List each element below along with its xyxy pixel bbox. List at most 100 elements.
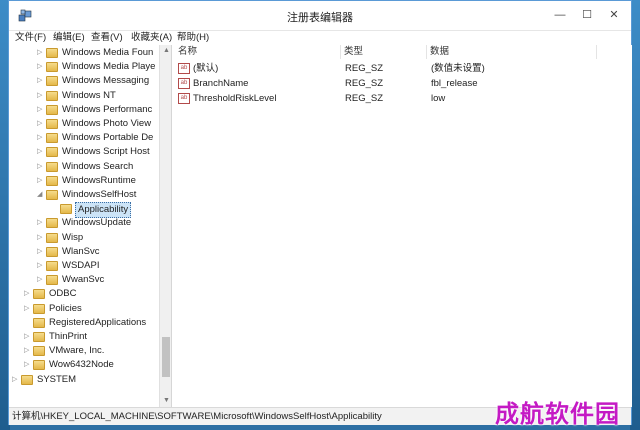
expand-arrow-icon[interactable]: ▷ <box>24 330 32 344</box>
folder-icon <box>46 147 58 158</box>
tree-item-label: Windows Portable De <box>62 132 154 144</box>
folder-icon <box>46 190 58 200</box>
folder-icon <box>46 218 58 229</box>
title-bar[interactable]: 注册表编辑器 — ☐ ✕ <box>9 1 631 31</box>
expand-arrow-icon[interactable]: ▷ <box>37 259 45 273</box>
expand-arrow-icon[interactable]: ▷ <box>37 231 45 245</box>
expand-arrow-icon[interactable]: ▷ <box>37 273 45 287</box>
tree-item-label: ODBC <box>49 288 77 300</box>
menu-file[interactable]: 文件(F) <box>15 31 46 45</box>
string-value-icon: ab <box>178 78 190 89</box>
folder-icon <box>46 90 58 101</box>
column-header-type[interactable]: 类型 <box>341 45 427 59</box>
list-header: 名称 类型 数据 <box>173 45 632 59</box>
expand-arrow-icon[interactable]: ▷ <box>37 46 45 60</box>
column-header-name[interactable]: 名称 <box>175 45 341 59</box>
tree-item-label: Wow6432Node <box>49 359 114 371</box>
expand-arrow-icon[interactable]: ▷ <box>24 302 32 316</box>
expand-arrow-icon[interactable]: ▷ <box>37 216 45 230</box>
value-row[interactable]: ab (默认) REG_SZ (数值未设置) <box>173 61 632 76</box>
expand-arrow-icon[interactable]: ▷ <box>37 60 45 74</box>
tree-item-label: Windows Messaging <box>62 75 150 87</box>
tree-item-label: Windows Media Playe <box>62 61 156 73</box>
minimize-button[interactable]: — <box>551 7 569 23</box>
tree-item-label: WindowsSelfHost <box>62 189 137 200</box>
menu-edit[interactable]: 编辑(E) <box>53 31 85 45</box>
folder-icon <box>46 119 58 129</box>
value-list[interactable]: 名称 类型 数据 ab (默认) REG_SZ (数值未设置) ab BranchName… <box>173 45 632 407</box>
folder-icon <box>46 48 58 58</box>
folder-icon <box>46 232 58 243</box>
tree-item-label: Windows Script Host <box>62 146 150 158</box>
tree-item-label: SYSTEM <box>37 373 77 385</box>
tree-item-label: WwanSvc <box>62 274 105 286</box>
folder-icon <box>33 289 45 300</box>
folder-icon <box>46 175 58 186</box>
value-row[interactable]: ab BranchName REG_SZ fbl_release <box>173 76 632 91</box>
folder-icon <box>33 332 45 342</box>
value-row[interactable]: ab ThresholdRiskLevel REG_SZ low <box>173 91 632 106</box>
folder-icon <box>21 374 33 385</box>
value-type: REG_SZ <box>345 93 384 104</box>
expand-arrow-icon[interactable]: ▷ <box>24 344 32 358</box>
folder-icon <box>33 346 45 357</box>
window-title: 注册表编辑器 <box>287 12 353 24</box>
key-tree[interactable]: ▷ Windows Media Foun ▷ Windows Media Playe ▷… <box>9 45 172 407</box>
value-data: low <box>431 93 446 104</box>
folder-icon <box>33 317 45 328</box>
string-value-icon: ab <box>178 93 190 104</box>
expand-arrow-icon[interactable]: ▷ <box>37 174 45 188</box>
folder-icon <box>46 133 58 144</box>
column-header-data[interactable]: 数据 <box>427 45 597 59</box>
tree-item-label: VMware, Inc. <box>49 345 105 357</box>
registry-editor-window: 注册表编辑器 — ☐ ✕ 文件(F) 编辑(E) 查看(V) 收藏夹(A) 帮助… <box>8 0 632 425</box>
expand-arrow-icon[interactable]: ▷ <box>37 117 45 131</box>
menu-view[interactable]: 查看(V) <box>91 31 123 45</box>
expand-arrow-icon[interactable]: ▷ <box>12 373 20 387</box>
folder-icon <box>46 104 58 115</box>
expand-arrow-icon[interactable]: ▷ <box>37 131 45 145</box>
folder-icon <box>46 246 58 257</box>
close-button[interactable]: ✕ <box>605 7 623 23</box>
expand-arrow-icon[interactable]: ▷ <box>37 245 45 259</box>
menu-favorites[interactable]: 收藏夹(A) <box>131 31 172 45</box>
value-name: (默认) <box>193 63 219 74</box>
value-type: REG_SZ <box>345 63 384 74</box>
scroll-down-icon[interactable]: ▼ <box>160 395 171 407</box>
collapse-arrow-icon[interactable]: ◢ <box>37 188 45 202</box>
tree-item-label: ThinPrint <box>49 331 88 342</box>
expand-arrow-icon[interactable]: ▷ <box>37 74 45 88</box>
value-type: REG_SZ <box>345 78 384 89</box>
expand-arrow-icon[interactable]: ▷ <box>24 287 32 301</box>
scroll-up-icon[interactable]: ▲ <box>160 45 171 57</box>
expand-arrow-icon[interactable]: ▷ <box>37 103 45 117</box>
maximize-button[interactable]: ☐ <box>578 7 596 23</box>
tree-scrollbar[interactable]: ▲ ▼ <box>159 45 171 407</box>
expand-arrow-icon[interactable]: ▷ <box>37 160 45 174</box>
expand-arrow-icon[interactable]: ▷ <box>37 89 45 103</box>
menu-help[interactable]: 帮助(H) <box>177 31 209 45</box>
tree-item-label: RegisteredApplications <box>49 316 147 328</box>
tree-item-label: WindowsUpdate <box>62 217 132 229</box>
tree-item-label: WindowsRuntime <box>62 174 136 186</box>
folder-icon <box>46 62 58 73</box>
folder-icon <box>60 204 72 215</box>
watermark-logo: 成航软件园 <box>495 400 620 428</box>
expand-arrow-icon[interactable]: ▷ <box>37 145 45 159</box>
tree-item-label: Windows Performanc <box>62 103 153 115</box>
tree-item-label: Policies <box>49 302 82 314</box>
folder-icon <box>33 360 45 371</box>
folder-icon <box>33 303 45 314</box>
folder-icon <box>46 76 58 87</box>
tree-item-label: Wisp <box>62 231 84 243</box>
scrollbar-thumb[interactable] <box>162 337 170 377</box>
folder-icon <box>46 275 58 286</box>
value-name: BranchName <box>193 78 249 89</box>
string-value-icon: ab <box>178 63 190 74</box>
tree-item-label: WlanSvc <box>62 245 100 257</box>
menu-bar: 文件(F) 编辑(E) 查看(V) 收藏夹(A) 帮助(H) <box>9 31 631 45</box>
tree-item-label: Windows Media Foun <box>62 47 154 58</box>
folder-icon <box>46 261 58 271</box>
expand-arrow-icon[interactable]: ▷ <box>24 358 32 372</box>
value-data: (数值未设置) <box>431 63 485 74</box>
